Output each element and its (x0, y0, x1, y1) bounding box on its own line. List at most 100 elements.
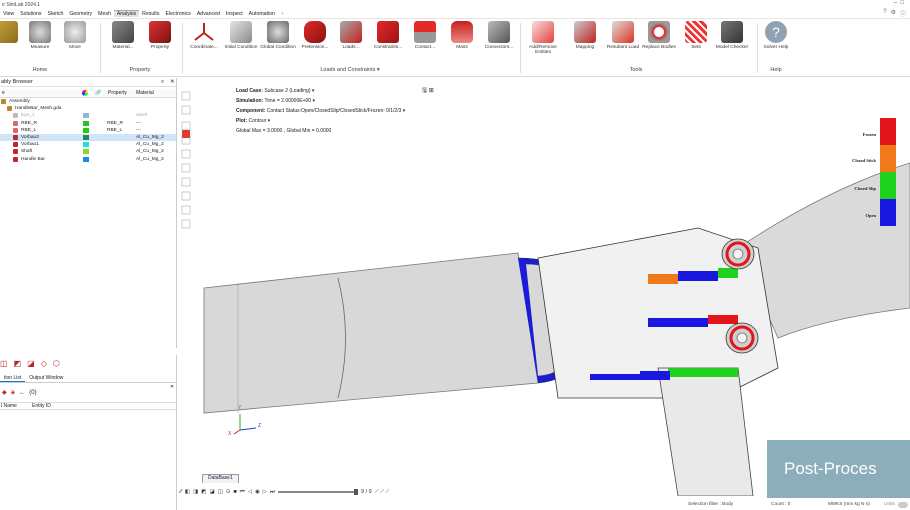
probe-icon[interactable]: ⊙ (226, 489, 231, 495)
color-swatch[interactable] (83, 156, 89, 162)
vector-icon[interactable]: ◩ (201, 489, 206, 495)
body-filter-icon[interactable]: ◫ (0, 359, 8, 368)
sets-button[interactable]: Sets (677, 21, 715, 50)
chevron-down-icon[interactable]: ▾ (377, 67, 380, 73)
color-swatch[interactable] (83, 135, 89, 141)
add-remove-entities-button[interactable]: Add/Remove Entities (524, 21, 562, 55)
record-icon[interactable]: ◉ (255, 489, 260, 495)
deselect-icon[interactable]: ◈ (11, 389, 16, 396)
replace-bodies-button[interactable]: Replace Bodies (640, 21, 678, 50)
tree-row-vorbau1[interactable]: Vorbau1 Al_Cu_Mg_2 (0, 141, 176, 148)
constraints-button[interactable]: Constraints... (369, 21, 407, 50)
contact-frozen-band[interactable] (708, 315, 738, 324)
tree-row-assembly[interactable]: Assembly (0, 98, 176, 105)
menu-automation[interactable]: Automation (246, 11, 278, 17)
mapping-button[interactable]: Mapping (566, 21, 604, 50)
color-swatch[interactable] (83, 120, 89, 126)
node-filter-icon[interactable]: ⬡ (53, 359, 60, 368)
color-swatch[interactable] (83, 113, 89, 119)
contact-open-band[interactable] (640, 371, 670, 380)
minimize-icon[interactable]: – □ (894, 0, 904, 6)
color-swatch[interactable] (83, 127, 89, 133)
contact-slip-band[interactable] (668, 368, 738, 377)
menu-sketch[interactable]: Sketch (45, 11, 67, 17)
contact-open-band[interactable] (590, 374, 640, 380)
graph-icon[interactable]: ⟋ ⟋ ⟋ (375, 489, 390, 496)
property-button[interactable]: Property (141, 21, 179, 50)
load-case-row[interactable]: Load Case: Subcase 2 (Loading) ▾ (236, 86, 405, 96)
menu-inspect[interactable]: Inspect (223, 11, 246, 17)
add-tab-icon[interactable]: + (278, 11, 287, 17)
menu-analysis[interactable]: Analysis (113, 10, 140, 17)
resultant-load-button[interactable]: Resultant Load (604, 21, 642, 50)
frame-slider[interactable] (277, 489, 358, 495)
units-toggle[interactable] (898, 502, 908, 508)
plot-row[interactable]: Plot: Contour ▾ (236, 116, 405, 126)
model-checker-button[interactable]: Model Checker (713, 21, 751, 50)
menu-geometry[interactable]: Geometry (66, 11, 95, 17)
model-render[interactable] (178, 78, 910, 496)
vertex-filter-icon[interactable]: ◇ (41, 359, 47, 368)
save-icon[interactable]: 🖫 ⊞ (422, 86, 434, 96)
simulation-row[interactable]: Simulation: Time = 2.00000E+00 ▾ (236, 96, 405, 106)
loads-button[interactable]: Loads... (332, 21, 370, 50)
slider-handle[interactable] (353, 489, 358, 495)
handlebar-tube[interactable] (203, 252, 539, 414)
solver-help-button[interactable]: ? Solver Help (757, 21, 795, 50)
contact-button[interactable]: Contact... (406, 21, 444, 50)
initial-condition-button[interactable]: Initial Condition (222, 21, 260, 50)
connectors-button[interactable]: Connectors... (480, 21, 518, 50)
tree-row-handle-bar[interactable]: Handle Bar Al_Cu_Mg_2 (0, 156, 176, 163)
tree-row-eye-1[interactable]: Eye_1 Steel (0, 112, 176, 119)
menu-results[interactable]: Results (139, 11, 162, 17)
contact-open-band[interactable] (678, 271, 718, 281)
settings-icon[interactable]: ⚙ (891, 9, 896, 18)
measure-button[interactable]: Measure (21, 21, 59, 50)
face-filter-icon[interactable]: ◩ (14, 359, 22, 368)
contact-slip-band[interactable] (718, 268, 738, 278)
info-icon[interactable]: ⓘ (900, 9, 906, 18)
contact-stick-band[interactable] (648, 274, 678, 284)
edge-filter-icon[interactable]: ◪ (27, 359, 35, 368)
wave-icon[interactable]: ⁄⁄ (180, 489, 182, 495)
move-button[interactable]: Move (56, 21, 94, 50)
bolt-lower[interactable] (725, 322, 759, 354)
stem-shaft[interactable] (657, 367, 754, 496)
view-toolbar-active-icon[interactable] (182, 130, 190, 138)
section-icon[interactable]: ◫ (218, 489, 223, 495)
tree-row-handlebar-mesh-gda[interactable]: HandleBar_Mesh.gda (0, 105, 176, 112)
color-swatch[interactable] (83, 149, 89, 155)
search-icon[interactable]: ⌕ (161, 79, 164, 86)
deform-icon[interactable]: ◨ (193, 489, 198, 495)
prev-frame-icon[interactable]: ◁ (248, 489, 252, 495)
next-frame-icon[interactable]: ⏭ (270, 489, 275, 496)
close-icon[interactable]: ✕ (170, 79, 175, 85)
tree-row-rbe-r[interactable]: RBE_R RBE_R --- (0, 120, 176, 127)
tab-selection-list[interactable]: tion List (0, 375, 26, 382)
material-button[interactable]: Material... (104, 21, 142, 50)
database-tab[interactable]: DataBase1 (202, 474, 239, 483)
iso-icon[interactable]: ◪ (209, 489, 214, 495)
bolt-upper[interactable] (721, 238, 755, 270)
global-condition-button[interactable]: Global Condition (259, 21, 297, 50)
back-arrow-icon[interactable]: ← (19, 390, 25, 396)
pretension-button[interactable]: Pretension... (296, 21, 334, 50)
menu-view[interactable]: View (0, 11, 17, 17)
contour-icon[interactable]: ◧ (185, 489, 190, 495)
play-icon[interactable]: ▷ (263, 489, 267, 495)
select-icon[interactable]: ◆ (2, 389, 7, 396)
graphics-viewport[interactable]: Y Z X Load Case: Subcase 2 (Loading) ▾ S… (178, 78, 910, 496)
menu-solutions[interactable]: Solutions (17, 11, 44, 17)
component-row[interactable]: Component: Contact Status:Open/ClosedSli… (236, 106, 405, 116)
menu-advanced[interactable]: Advanced (194, 11, 223, 17)
help-icon[interactable]: ? (883, 9, 886, 18)
close-panel-icon[interactable]: ✕ (170, 384, 174, 390)
menu-electronics[interactable]: Electronics (162, 11, 193, 17)
first-frame-icon[interactable]: ⏮ (240, 489, 245, 496)
tree-row-shaft[interactable]: Shaft Al_Cu_Mg_2 (0, 148, 176, 155)
tree-row-rbe-l[interactable]: RBE_L RBE_L --- (0, 127, 176, 134)
stop-icon[interactable]: ■ (233, 489, 236, 495)
contact-open-band[interactable] (648, 318, 708, 327)
menu-mesh[interactable]: Mesh (95, 11, 114, 17)
tab-output-window[interactable]: Output Window (25, 375, 67, 381)
